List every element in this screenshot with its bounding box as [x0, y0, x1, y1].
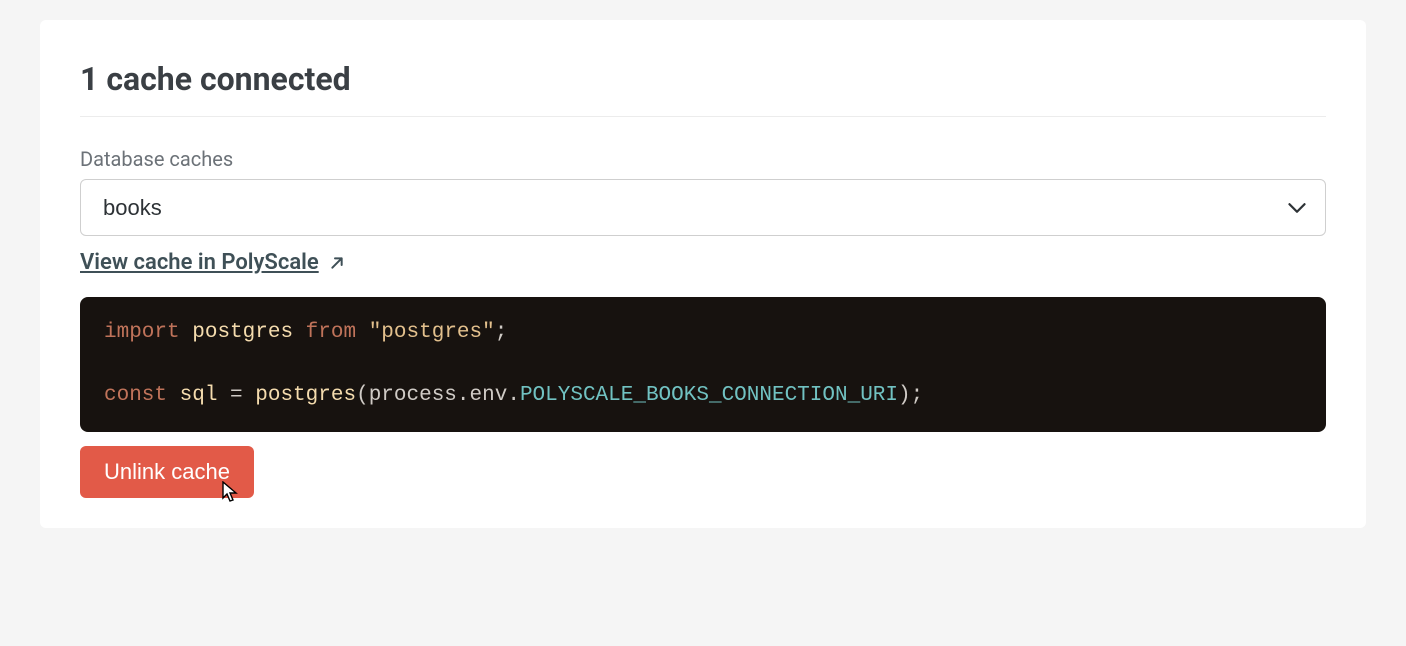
code-token: env	[470, 384, 508, 407]
code-token: );	[898, 384, 923, 407]
code-token: ;	[495, 321, 508, 344]
code-token: process	[369, 384, 457, 407]
code-token: const	[104, 384, 167, 407]
code-token: from	[306, 321, 356, 344]
code-token: .	[507, 384, 520, 407]
view-cache-link[interactable]: View cache in PolyScale	[80, 250, 345, 275]
view-cache-link-text: View cache in PolyScale	[80, 250, 319, 275]
unlink-cache-button[interactable]: Unlink cache	[80, 446, 254, 498]
external-link-icon	[329, 255, 345, 271]
code-token: postgres	[192, 321, 293, 344]
code-token: POLYSCALE_BOOKS_CONNECTION_URI	[520, 384, 898, 407]
code-token: =	[217, 384, 255, 407]
code-token: .	[457, 384, 470, 407]
caches-select[interactable]: books	[80, 179, 1326, 236]
view-cache-row: View cache in PolyScale	[80, 250, 1326, 275]
caches-label: Database caches	[80, 147, 1326, 171]
section-heading: 1 cache connected	[80, 60, 1326, 117]
code-token: (	[356, 384, 369, 407]
code-token: sql	[180, 384, 218, 407]
code-token: "postgres"	[369, 321, 495, 344]
code-token: postgres	[255, 384, 356, 407]
code-snippet: import postgres from "postgres"; const s…	[80, 297, 1326, 432]
code-token: import	[104, 321, 180, 344]
cache-card: 1 cache connected Database caches books …	[40, 20, 1366, 528]
caches-select-wrapper: books	[80, 179, 1326, 236]
